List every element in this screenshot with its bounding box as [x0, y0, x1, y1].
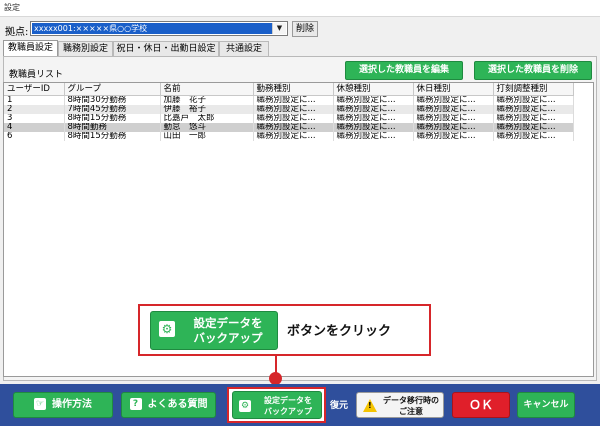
gear-icon: ⚙ — [239, 400, 251, 412]
staff-list-label: 教職員リスト — [9, 70, 64, 80]
title-bar: 設定 — [0, 0, 600, 17]
edit-staff-button[interactable]: 選択した教職員を編集 — [345, 61, 463, 80]
cell-name: 勤怠 悠斗 — [160, 123, 254, 132]
cell-holiday-type: 職務別設定に... — [413, 105, 494, 114]
cell-holiday-type: 職務別設定に... — [413, 123, 494, 132]
cell-stamp-type: 職務別設定に... — [493, 95, 574, 105]
cell-holiday-type: 職務別設定に... — [413, 132, 494, 141]
cell-break-type: 職務別設定に... — [333, 105, 414, 114]
column-header-name[interactable]: 名前 — [160, 83, 254, 96]
table-row[interactable]: 2 7時間45分勤務 伊藤 裕子 職務別設定に... 職務別設定に... 職務別… — [4, 105, 574, 114]
cell-name: 伊藤 裕子 — [160, 105, 254, 114]
column-header-work-type[interactable]: 勤務種別 — [253, 83, 334, 96]
site-delete-button[interactable]: 削除 — [292, 21, 318, 37]
migration-label-line2: ご注意 — [399, 407, 423, 416]
cancel-button[interactable]: キャンセル — [517, 392, 575, 418]
cell-user-id: 6 — [4, 132, 65, 141]
table-row[interactable]: 4 8時間勤務 勤怠 悠斗 職務別設定に... 職務別設定に... 職務別設定に… — [4, 123, 574, 132]
manual-icon: ☞ — [34, 398, 46, 410]
cell-group: 8時間15分勤務 — [64, 114, 161, 123]
manual-label: 操作方法 — [52, 399, 92, 410]
column-header-user-id[interactable]: ユーザーID — [4, 83, 65, 96]
tab-duty-settings[interactable]: 職務別設定 — [58, 41, 113, 57]
cell-break-type: 職務別設定に... — [333, 123, 414, 132]
faq-button[interactable]: ? よくある質問 — [121, 392, 216, 418]
migration-label-line1: データ移行時の — [383, 396, 439, 405]
tab-staff-settings[interactable]: 教職員設定 — [3, 40, 58, 57]
cell-work-type: 職務別設定に... — [253, 114, 334, 123]
warning-icon: ! — [363, 399, 377, 412]
migration-notice-button[interactable]: ! データ移行時の ご注意 — [356, 392, 444, 418]
cell-user-id: 4 — [4, 123, 65, 132]
cell-user-id: 2 — [4, 105, 65, 114]
window-title: 設定 — [4, 3, 20, 12]
cell-holiday-type: 職務別設定に... — [413, 95, 494, 105]
cell-break-type: 職務別設定に... — [333, 132, 414, 141]
table-row[interactable]: 3 8時間15分勤務 比嘉戸 太郎 職務別設定に... 職務別設定に... 職務… — [4, 114, 574, 123]
backup-settings-button[interactable]: ⚙ 設定データを バックアップ — [232, 391, 322, 419]
column-header-holiday-type[interactable]: 休日種別 — [413, 83, 494, 96]
gear-icon: ⚙ — [159, 321, 175, 337]
cell-work-type: 職務別設定に... — [253, 123, 334, 132]
callout-backup-button: ⚙ 設定データを バックアップ — [150, 311, 278, 350]
cell-user-id: 1 — [4, 95, 65, 105]
site-label: 拠点: — [5, 27, 29, 38]
cell-name: 加藤 花子 — [160, 95, 254, 105]
column-header-stamp-type[interactable]: 打刻調整種別 — [493, 83, 574, 96]
manual-button[interactable]: ☞ 操作方法 — [13, 392, 113, 418]
delete-staff-button[interactable]: 選択した教職員を削除 — [474, 61, 592, 80]
tab-holiday-settings[interactable]: 祝日・休日・出勤日設定 — [113, 41, 219, 57]
cell-group: 8時間30分勤務 — [64, 95, 161, 105]
restore-button[interactable]: 復元 — [327, 398, 351, 414]
cell-stamp-type: 職務別設定に... — [493, 132, 574, 141]
callout-button-line1: 設定データを — [193, 316, 263, 330]
cell-stamp-type: 職務別設定に... — [493, 123, 574, 132]
backup-label-line1: 設定データを — [264, 396, 312, 405]
cell-holiday-type: 職務別設定に... — [413, 114, 494, 123]
cell-break-type: 職務別設定に... — [333, 95, 414, 105]
dropdown-arrow-icon[interactable]: ▼ — [272, 23, 286, 34]
cell-stamp-type: 職務別設定に... — [493, 114, 574, 123]
cell-work-type: 職務別設定に... — [253, 132, 334, 141]
cell-break-type: 職務別設定に... — [333, 114, 414, 123]
faq-label: よくある質問 — [147, 399, 208, 410]
ok-button[interactable]: ＯＫ — [452, 392, 510, 418]
tab-common-settings[interactable]: 共通設定 — [219, 41, 269, 57]
site-select[interactable]: xxxxx001:×××××県○○学校 ▼ — [30, 21, 288, 36]
site-selected-value: xxxxx001:×××××県○○学校 — [32, 23, 272, 34]
faq-icon: ? — [129, 398, 142, 410]
table-header-row: ユーザーID グループ 名前 勤務種別 休憩種別 休日種別 打刻調整種別 — [4, 83, 574, 96]
table-row[interactable]: 6 8時間15分勤務 山田 一郎 職務別設定に... 職務別設定に... 職務別… — [4, 132, 574, 141]
callout-button-line2: バックアップ — [193, 331, 263, 345]
cell-work-type: 職務別設定に... — [253, 95, 334, 105]
cell-user-id: 3 — [4, 114, 65, 123]
column-header-break-type[interactable]: 休憩種別 — [333, 83, 414, 96]
cell-group: 7時間45分勤務 — [64, 105, 161, 114]
cell-name: 比嘉戸 太郎 — [160, 114, 254, 123]
table-row[interactable]: 1 8時間30分勤務 加藤 花子 職務別設定に... 職務別設定に... 職務別… — [4, 95, 574, 105]
cell-group: 8時間勤務 — [64, 123, 161, 132]
cell-stamp-type: 職務別設定に... — [493, 105, 574, 114]
backup-label-line2: バックアップ — [264, 407, 312, 416]
cell-group: 8時間15分勤務 — [64, 132, 161, 141]
cell-work-type: 職務別設定に... — [253, 105, 334, 114]
column-header-group[interactable]: グループ — [64, 83, 161, 96]
cell-name: 山田 一郎 — [160, 132, 254, 141]
callout-text: ボタンをクリック — [287, 324, 392, 339]
